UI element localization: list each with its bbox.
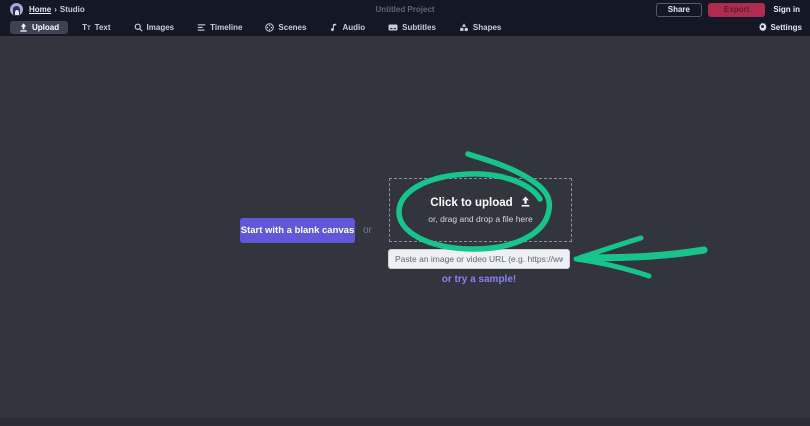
try-sample-link[interactable]: or try a sample!: [388, 274, 570, 285]
tab-text[interactable]: TT Text: [78, 21, 114, 34]
tab-audio[interactable]: Audio: [325, 21, 369, 34]
tab-scenes[interactable]: Scenes: [261, 21, 310, 34]
shapes-icon: [459, 23, 469, 32]
upload-icon: [520, 196, 531, 210]
blank-canvas-button[interactable]: Start with a blank canvas: [240, 218, 355, 243]
tab-label: Upload: [32, 23, 59, 32]
settings-button[interactable]: Settings: [758, 22, 802, 33]
audio-icon: [329, 23, 338, 32]
bottom-bar: [0, 418, 810, 426]
or-text: or: [363, 218, 372, 243]
export-button[interactable]: Export: [708, 3, 765, 17]
tab-label: Timeline: [210, 23, 242, 32]
upload-box-title: Click to upload: [430, 197, 512, 209]
tab-label: Text: [95, 23, 111, 32]
breadcrumb-separator: ›: [54, 5, 57, 14]
tab-label: Scenes: [278, 23, 306, 32]
scenes-icon: [265, 23, 274, 32]
app-logo-avatar[interactable]: [10, 3, 23, 16]
upload-dropzone[interactable]: Click to upload or, drag and drop a file…: [389, 178, 572, 242]
search-icon: [134, 23, 143, 32]
tab-label: Shapes: [473, 23, 501, 32]
tab-label: Subtitles: [402, 23, 436, 32]
upload-icon: [19, 23, 28, 32]
tab-subtitles[interactable]: Subtitles: [384, 21, 440, 34]
tab-label: Images: [147, 23, 175, 32]
sign-in-link[interactable]: Sign in: [773, 5, 800, 14]
header: Home › Studio Untitled Project Share Exp…: [0, 0, 810, 19]
annotation-arrow-shaft: [583, 250, 704, 258]
tab-timeline[interactable]: Timeline: [193, 21, 246, 34]
share-button[interactable]: Share: [656, 3, 702, 17]
url-input[interactable]: [388, 249, 570, 269]
upload-box-subtitle: or, drag and drop a file here: [428, 214, 532, 224]
breadcrumb-home-link[interactable]: Home: [29, 5, 51, 14]
tab-label: Audio: [342, 23, 365, 32]
tab-upload[interactable]: Upload: [10, 21, 68, 34]
timeline-icon: [197, 23, 206, 32]
main-canvas: Start with a blank canvas or Click to up…: [0, 36, 810, 418]
toolbar: Upload TT Text Images Timeline Scenes Au…: [0, 19, 810, 36]
annotation-arrow-barb-bottom: [576, 259, 649, 276]
gear-icon: [758, 22, 767, 33]
settings-label: Settings: [770, 23, 802, 32]
subtitles-icon: [388, 23, 398, 32]
tab-images[interactable]: Images: [130, 21, 179, 34]
breadcrumb-current: Studio: [60, 5, 85, 14]
tab-shapes[interactable]: Shapes: [455, 21, 505, 34]
annotation-arrow-barb-top: [579, 238, 641, 258]
breadcrumb: Home › Studio: [29, 5, 85, 14]
text-icon: TT: [82, 23, 91, 32]
